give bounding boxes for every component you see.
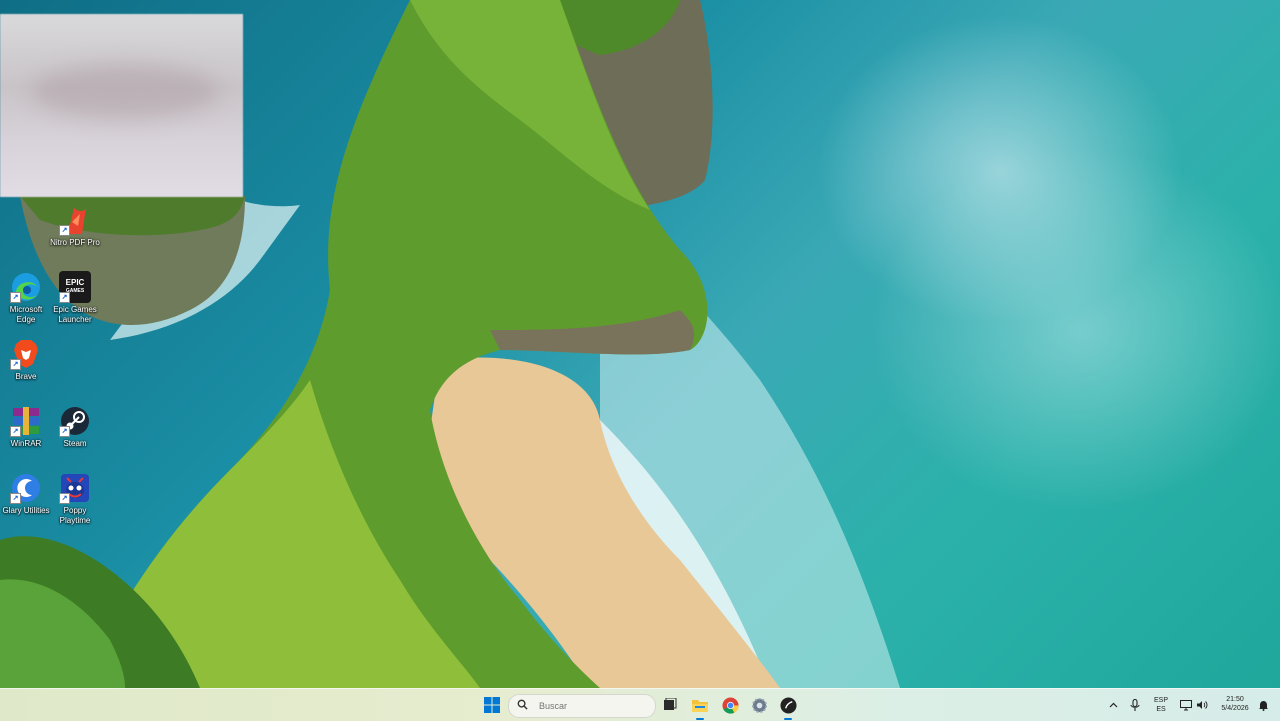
chrome-icon <box>721 696 739 714</box>
shortcut-arrow-icon: ↗ <box>10 359 21 370</box>
shortcut-arrow-icon: ↗ <box>10 426 21 437</box>
volume-button[interactable] <box>1192 693 1212 717</box>
desktop-icon-label: Poppy Playtime <box>59 506 91 525</box>
desktop-icon-steam[interactable]: ↗ Steam <box>49 405 101 449</box>
poppy-playtime-icon: ↗ <box>59 472 91 504</box>
search-icon <box>517 697 531 715</box>
clock-time: 21:50 <box>1226 696 1244 703</box>
notifications-button[interactable] <box>1254 693 1272 717</box>
nitro-pdf-icon: ↗ <box>59 204 91 236</box>
desktop-icon-brave[interactable]: ↗ Brave <box>0 338 52 382</box>
clock[interactable]: 21:50 5/4/2026 <box>1213 695 1257 713</box>
desktop-icon-label: Nitro PDF Pro <box>50 238 100 247</box>
shortcut-arrow-icon: ↗ <box>59 493 70 504</box>
clock-date: 5/4/2026 <box>1221 705 1249 712</box>
taskbar-search-box[interactable] <box>508 694 656 718</box>
chrome-button[interactable] <box>718 693 742 717</box>
shortcut-arrow-icon: ↗ <box>59 225 70 236</box>
desktop-icon-label: Epic Games Launcher <box>53 305 97 324</box>
keyboard-layout: ES <box>1156 706 1166 713</box>
show-hidden-icons-button[interactable] <box>1103 693 1123 717</box>
desktop-icon-label: Glary Utilities <box>2 506 50 515</box>
desktop-icon-winrar[interactable]: ↗ WinRAR <box>0 405 52 449</box>
desktop-icon-label: WinRAR <box>10 439 42 448</box>
desktop-icon-microsoft-edge[interactable]: ↗ Microsoft Edge <box>0 271 52 325</box>
chevron-up-icon <box>1109 702 1117 708</box>
notification-bell-icon <box>1258 700 1268 711</box>
start-button[interactable] <box>480 693 504 717</box>
settings-button[interactable] <box>747 693 771 717</box>
steam-icon: ↗ <box>59 405 91 437</box>
desktop-icon-epic-games-launcher[interactable]: EPIC GAMES ↗ Epic Games Launcher <box>49 271 101 325</box>
epic-games-icon: EPIC GAMES ↗ <box>59 271 91 303</box>
language-code: ESP <box>1153 697 1168 704</box>
desktop-icon-nitro-pdf-pro[interactable]: ↗ Nitro PDF Pro <box>49 204 101 248</box>
speaker-icon <box>1197 701 1208 709</box>
blurred-preview-overlay <box>0 14 243 197</box>
app-dark-icon <box>779 696 797 714</box>
task-view-button[interactable] <box>658 693 682 717</box>
shortcut-arrow-icon: ↗ <box>59 292 70 303</box>
edge-icon: ↗ <box>10 271 42 303</box>
taskbar: ESP ES 21:50 5/4/2026 <box>0 688 1280 721</box>
microphone-button[interactable] <box>1124 693 1146 717</box>
search-input[interactable] <box>537 700 651 712</box>
file-explorer-button[interactable] <box>688 693 712 720</box>
input-language-indicator[interactable]: ESP ES <box>1148 696 1174 714</box>
file-explorer-icon <box>692 700 708 712</box>
task-view-icon <box>664 698 677 710</box>
windows-start-icon <box>484 697 500 713</box>
desktop-icon-label: Steam <box>63 439 87 448</box>
desktop-icon-label: Brave <box>15 372 37 381</box>
desktop-icon-label: Microsoft Edge <box>9 305 43 324</box>
desktop-icon-poppy-playtime[interactable]: ↗ Poppy Playtime <box>49 472 101 526</box>
brave-icon: ↗ <box>10 338 42 370</box>
desktop-icon-glary-utilities[interactable]: ↗ Glary Utilities <box>0 472 52 516</box>
settings-icon <box>751 697 767 713</box>
glary-utilities-icon: ↗ <box>10 472 42 504</box>
dark-app-button[interactable] <box>776 693 800 720</box>
microphone-icon <box>1130 698 1140 711</box>
shortcut-arrow-icon: ↗ <box>59 426 70 437</box>
shortcut-arrow-icon: ↗ <box>10 493 21 504</box>
network-icon <box>1180 699 1192 710</box>
shortcut-arrow-icon: ↗ <box>10 292 21 303</box>
winrar-icon: ↗ <box>10 405 42 437</box>
